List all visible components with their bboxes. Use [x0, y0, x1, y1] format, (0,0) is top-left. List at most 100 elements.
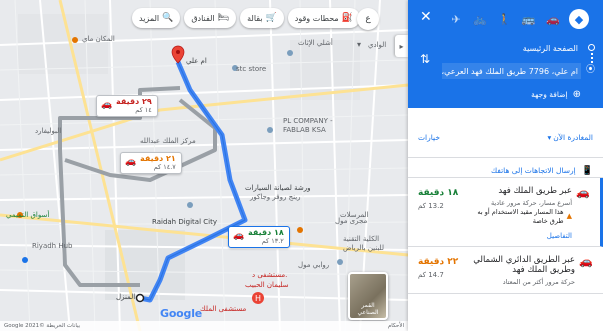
layers-icon: ع [365, 14, 371, 24]
map-label-wadi[interactable]: الوادي [368, 42, 386, 49]
route-time: ١٨ دقيقة [418, 188, 459, 198]
route-box-distance: ١٤.٧ كم [153, 162, 176, 171]
search-icon: 🔍 [162, 13, 174, 23]
route-warning-text: هذا المسار مقيد الاستخدام أو به طرق خاصة [477, 208, 564, 226]
send-to-phone-link[interactable]: 📱 إرسال الاتجاهات إلى هاتفك [408, 158, 603, 178]
leave-now-label: المغادرة الآن [553, 133, 593, 142]
options-row: المغادرة الآن ▾ خيارات [408, 108, 603, 158]
directions-panel: ◆ 🚗 🚌 🚶 🚲 ✈ ✕ ⦿ الصفحة الرئيسية ام علي، … [408, 0, 603, 331]
route-title: عبر طريق الملك فهد [498, 186, 572, 196]
layers-button[interactable]: ع [357, 8, 379, 30]
options-label: خيارات [418, 133, 440, 142]
map-label-majesty[interactable]: مجرى مول [335, 218, 367, 225]
mode-car-icon[interactable]: 🚗 [545, 11, 561, 27]
close-icon[interactable]: ✕ [420, 9, 432, 25]
chip-grocery[interactable]: 🛒 بقالة [240, 8, 284, 28]
origin-field[interactable]: الصفحة الرئيسية [442, 40, 581, 56]
map-label-raidah[interactable]: Raidah Digital City [152, 219, 217, 226]
chevron-down-icon: ▾ [547, 133, 552, 142]
map-roads: H [0, 0, 408, 331]
route-subtitle: أسرع مسار، حركة مرور عادية [490, 199, 572, 207]
map-label-hospital-1[interactable]: مستشفى د. [252, 272, 287, 279]
route-details-link[interactable]: التفاصيل [462, 232, 572, 240]
chip-hotels[interactable]: 🛏 الفنادق [184, 8, 237, 28]
map-label-pl-company-2[interactable]: FABLAB KSA [283, 127, 326, 134]
send-to-phone-label: إرسال الاتجاهات إلى هاتفك [490, 166, 576, 175]
route-box-selected[interactable]: 🚗 ١٨ دقيقة ١٣.٢ كم [228, 226, 290, 248]
destination-pin-icon: ⦿ [585, 65, 595, 75]
swap-icon[interactable]: ⇅ [420, 52, 430, 66]
mode-walk-icon[interactable]: 🚶 [496, 11, 512, 27]
mode-flight-icon[interactable]: ✈ [448, 11, 464, 27]
map-label-hospital-2[interactable]: سليمان الحبيب [245, 282, 289, 289]
attribution-terms[interactable]: الأحكام [388, 323, 404, 329]
destination-field[interactable]: ام علي، 7796 طريق الملك فهد العرعي، العق… [442, 63, 581, 79]
map-label-umm-ali[interactable]: ام علي [186, 58, 207, 65]
mode-transit-icon[interactable]: 🚌 [521, 11, 537, 27]
route-dots-icon [591, 53, 593, 63]
map-label-rawabi[interactable]: روابي مول [298, 262, 329, 269]
chevron-right-icon: ▸ [399, 41, 404, 51]
chevron-down-icon[interactable]: ▾ [357, 40, 367, 50]
leave-now-dropdown[interactable]: المغادرة الآن ▾ [547, 133, 593, 142]
route-option-1[interactable]: 🚗 ١٨ دقيقة 13.2 كم عبر طريق الملك فهد أس… [408, 178, 603, 248]
add-destination-label: إضافة وجهة [531, 90, 568, 99]
map-label-workshop-2[interactable]: رينج روفر وجاكور [250, 194, 301, 201]
map-canvas[interactable]: H ام علي stc store أشلي الإثاث المكان ما… [0, 0, 408, 331]
travel-modes: ◆ 🚗 🚌 🚶 🚲 ✈ [408, 9, 603, 29]
chip-gas-stations[interactable]: ⛽ محطات وقود [287, 8, 360, 28]
satellite-label: القمر الصناعي [357, 302, 379, 316]
map-label-riyadh-hub[interactable]: Riyadh Hub [32, 243, 73, 250]
map-label-elmakan[interactable]: المكان ماي [82, 36, 115, 43]
route-time: ٢٢ دقيقة [418, 257, 459, 268]
map-label-mursalat[interactable]: المرسلات [340, 212, 369, 219]
category-chips: ⛽ محطات وقود 🛒 بقالة 🛏 الفنادق 🔍 المزيد [132, 8, 360, 28]
hotel-icon: 🛏 [217, 13, 230, 23]
mode-bike-icon[interactable]: 🚲 [472, 11, 488, 27]
route-box-alt-2[interactable]: 🚗 ٢١ دقيقة ١٤.٧ كم [120, 152, 182, 174]
car-icon: 🚗 [101, 100, 113, 110]
map-label-college-2[interactable]: للبنين بالرياض [343, 245, 384, 252]
map-label-boulevard[interactable]: البوليفارد [35, 128, 61, 135]
map-label-ashli[interactable]: أشلي الإثاث [298, 40, 333, 47]
maps-directions-window: H ام علي stc store أشلي الإثاث المكان ما… [0, 0, 603, 331]
route-box-distance: ١٤ كم [135, 105, 152, 114]
route-option-2[interactable]: 🚗 ٢٢ دقيقة 14.7 كم عبر الطريق الدائري ال… [408, 247, 603, 295]
chip-label: محطات وقود [294, 13, 339, 23]
warning-icon: ▲ [566, 212, 572, 221]
car-icon: 🚗 [579, 255, 593, 269]
svg-text:H: H [255, 294, 261, 303]
route-subtitle: حركة مرور أكثر من المعتاد [502, 278, 575, 287]
car-icon: 🚗 [576, 186, 590, 199]
chip-label: بقالة [247, 13, 263, 23]
chip-label: المزيد [139, 13, 160, 23]
chip-more[interactable]: 🔍 المزيد [132, 8, 181, 28]
map-label-king-hospital[interactable]: مستشفى الملك [200, 306, 246, 313]
map-label-abdullah[interactable]: مركز الملك عبدالله [140, 138, 196, 145]
map-label-workshop-1[interactable]: ورشة لصيانة السيارات [245, 185, 310, 192]
map-attribution: الأحكام بيانات الخريطة ©2021 Google [0, 321, 408, 331]
plus-icon: ⊕ [572, 89, 581, 100]
chip-label: الفنادق [191, 13, 215, 23]
gas-station-icon: ⛽ [341, 13, 353, 23]
origin-dot-icon [588, 44, 595, 51]
car-icon: 🚗 [233, 231, 245, 241]
map-label-college-1[interactable]: الكلية التقنية [343, 236, 379, 243]
route-box-distance: ١٣.٢ كم [261, 236, 284, 245]
map-label-pl-company-1[interactable]: PL COMPANY - [283, 118, 333, 125]
map-label-home[interactable]: المنزل [116, 294, 135, 301]
grocery-icon: 🛒 [265, 13, 277, 23]
collapse-panel-button[interactable]: ▸ [395, 35, 408, 57]
directions-header: ◆ 🚗 🚌 🚶 🚲 ✈ ✕ ⦿ الصفحة الرئيسية ام علي، … [408, 0, 603, 108]
map-label-tamimi[interactable]: أسواق التميمي [6, 212, 49, 219]
add-destination-button[interactable]: ⊕ إضافة وجهة [531, 89, 581, 100]
destination-value: ام علي، 7796 طريق الملك فهد العرعي، العق… [442, 66, 578, 76]
route-box-alt-1[interactable]: 🚗 ٢٩ دقيقة ١٤ كم [96, 95, 158, 117]
origin-value: الصفحة الرئيسية [522, 43, 578, 53]
map-label-stc[interactable]: stc store [236, 66, 266, 73]
mode-best-icon[interactable]: ◆ [569, 9, 589, 29]
satellite-toggle[interactable]: القمر الصناعي [348, 272, 388, 320]
route-distance: 14.7 كم [418, 271, 444, 280]
options-button[interactable]: خيارات [418, 133, 440, 142]
phone-icon: 📱 [581, 165, 593, 176]
